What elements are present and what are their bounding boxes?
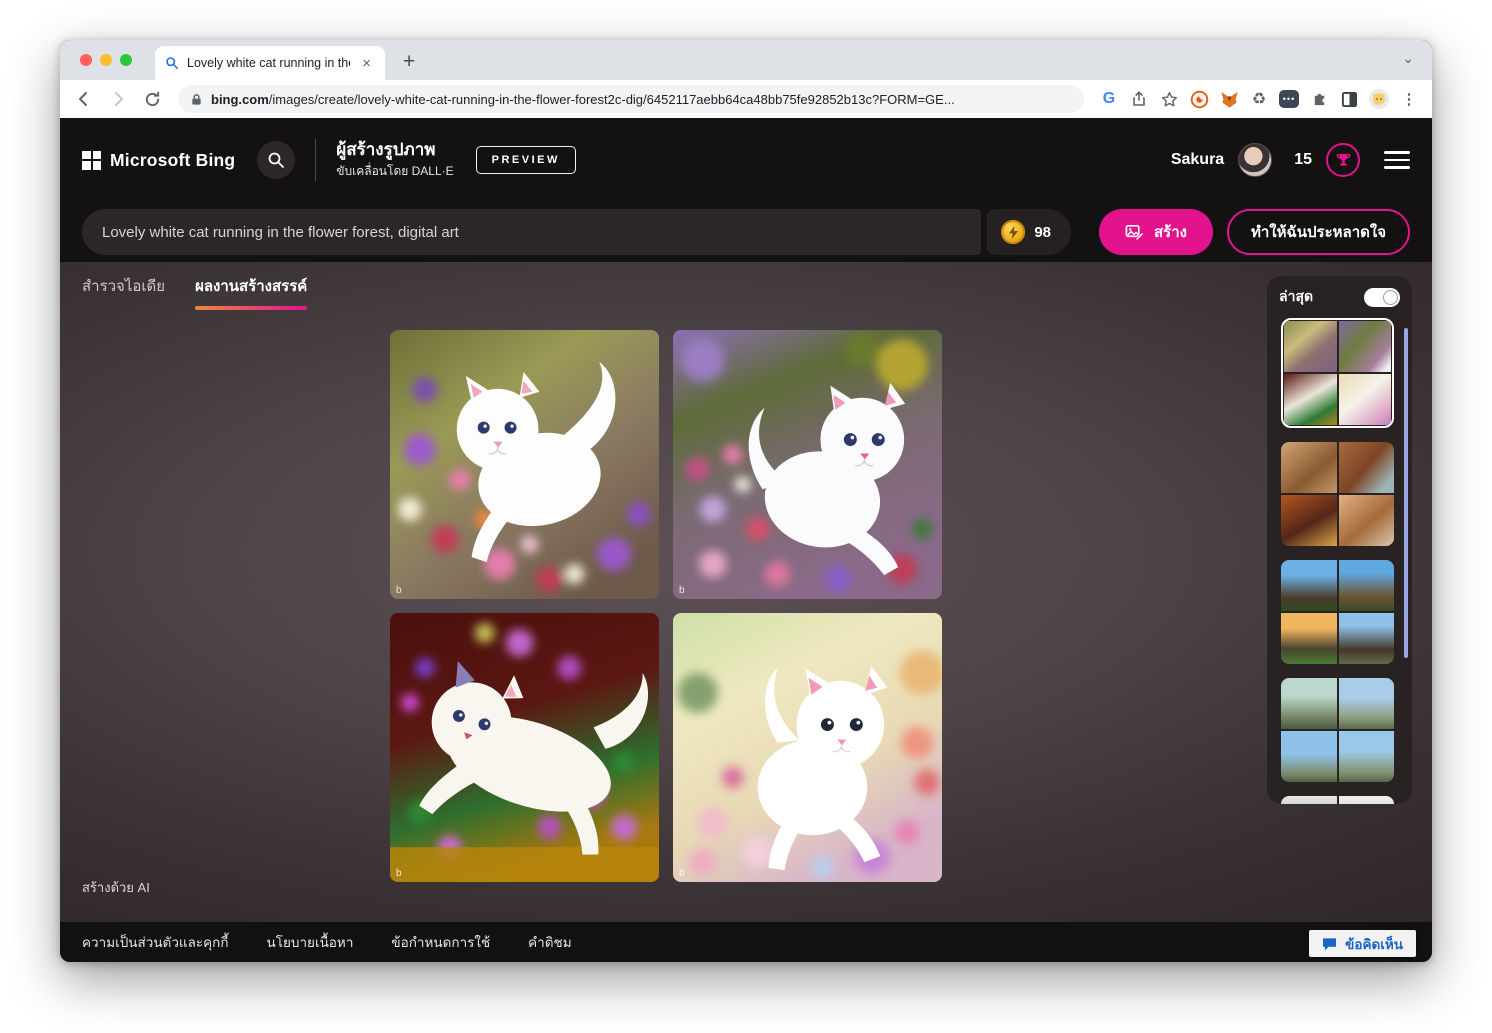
url-text: bing.com/images/create/lovely-white-cat-… (211, 92, 955, 107)
chrome-menu-icon[interactable]: ⋮ (1396, 86, 1422, 112)
recent-toggle[interactable] (1364, 288, 1400, 307)
footer-link-terms[interactable]: ข้อกำหนดการใช้ (391, 931, 490, 953)
create-button-label: สร้าง (1154, 220, 1187, 244)
bing-image-watermark: b (679, 868, 685, 879)
header-right: Sakura 15 (1171, 143, 1410, 177)
rewards-trophy-icon[interactable] (1326, 143, 1360, 177)
generated-image-grid: b (390, 330, 942, 882)
tab-explore-ideas[interactable]: สำรวจไอเดีย (82, 274, 165, 302)
bing-image-watermark: b (679, 585, 685, 596)
boost-coin-icon (1001, 220, 1025, 244)
footer-link-privacy[interactable]: ความเป็นส่วนตัวและคุกกี้ (82, 931, 229, 953)
share-icon[interactable] (1126, 86, 1152, 112)
toolbar-extensions: G ♻ ••• (1096, 86, 1422, 112)
username[interactable]: Sakura (1171, 151, 1224, 169)
surprise-button-label: ทำให้ฉันประหลาดใจ (1251, 224, 1386, 241)
url-host: bing.com (211, 92, 269, 107)
thumbnail-group-sketches[interactable] (1281, 796, 1394, 804)
back-icon[interactable] (70, 85, 98, 113)
reload-icon[interactable] (138, 85, 166, 113)
credits-pill: 98 (987, 209, 1071, 255)
brand-name: Microsoft Bing (110, 150, 235, 171)
generated-image-1[interactable]: b (390, 330, 659, 599)
recycle-extension-icon[interactable]: ♻ (1246, 86, 1272, 112)
app-subtitle: ขับเคลื่อนโดย DALL·E (336, 162, 453, 181)
browser-toolbar: bing.com/images/create/lovely-white-cat-… (60, 80, 1432, 118)
generated-image-2[interactable]: b (673, 330, 942, 599)
url-bar[interactable]: bing.com/images/create/lovely-white-cat-… (178, 85, 1084, 113)
forward-icon[interactable] (104, 85, 132, 113)
close-window-button[interactable] (80, 54, 92, 66)
generated-image-3[interactable]: b (390, 613, 659, 882)
sidebar-header: ล่าสุด (1279, 286, 1400, 308)
profile-avatar-icon[interactable] (1366, 86, 1392, 112)
google-account-icon[interactable]: G (1096, 86, 1122, 112)
tab-creations[interactable]: ผลงานสร้างสรรค์ (195, 274, 307, 302)
zoom-window-button[interactable] (120, 54, 132, 66)
metamask-fox-icon[interactable] (1216, 86, 1242, 112)
app-title: ผู้สร้างรูปภาพ (336, 139, 453, 160)
surprise-me-button[interactable]: ทำให้ฉันประหลาดใจ (1227, 209, 1410, 255)
screenshot-extension-icon[interactable] (1186, 86, 1212, 112)
thumbnail-group-cityscapes[interactable] (1281, 678, 1394, 782)
prompt-input[interactable] (82, 209, 981, 255)
recent-creations-sidebar: ล่าสุด (1267, 276, 1412, 804)
password-dots: ••• (1279, 90, 1299, 108)
feedback-button-label: ข้อคิดเห็น (1345, 933, 1403, 955)
microsoft-logo-icon (82, 151, 101, 170)
bookmark-star-icon[interactable] (1156, 86, 1182, 112)
app-title-block: ผู้สร้างรูปภาพ ขับเคลื่อนโดย DALL·E (336, 139, 453, 181)
tab-title: Lovely white cat running in the (187, 56, 350, 70)
bing-image-watermark: b (396, 585, 402, 596)
feedback-button[interactable]: ข้อคิดเห็น (1309, 930, 1416, 957)
password-manager-icon[interactable]: ••• (1276, 86, 1302, 112)
footer-link-feedback[interactable]: คำติชม (528, 931, 571, 953)
microsoft-bing-logo[interactable]: Microsoft Bing (82, 150, 235, 171)
browser-window: Lovely white cat running in the × + ⌄ bi… (60, 40, 1432, 962)
create-button[interactable]: สร้าง (1099, 209, 1213, 255)
created-with-ai-label: สร้างด้วย AI (82, 877, 150, 898)
footer-link-content-policy[interactable]: นโยบายเนื้อหา (267, 931, 354, 953)
browser-tab[interactable]: Lovely white cat running in the × (155, 46, 385, 80)
preview-badge: PREVIEW (476, 146, 576, 174)
prompt-row: 98 สร้าง ทำให้ฉันประหลาดใจ (60, 202, 1432, 262)
tab-search-icon (165, 56, 179, 70)
sidebar-title: ล่าสุด (1279, 286, 1313, 308)
content-tabs: สำรวจไอเดีย ผลงานสร้างสรรค์ ? ความช่วยเห… (60, 262, 1432, 314)
page-footer: ความเป็นส่วนตัวและคุกกี้ นโยบายเนื้อหา ข… (60, 922, 1432, 962)
sidebar-extension-icon[interactable] (1336, 86, 1362, 112)
credits-count: 98 (1034, 224, 1051, 241)
user-avatar[interactable] (1238, 143, 1272, 177)
bing-image-watermark: b (396, 868, 402, 879)
header-divider (315, 139, 316, 181)
main-content: สำรวจไอเดีย ผลงานสร้างสรรค์ ? ความช่วยเห… (60, 262, 1432, 922)
tab-search-chevron-icon[interactable]: ⌄ (1402, 50, 1414, 67)
lock-icon (190, 93, 203, 106)
speech-bubble-icon (1322, 937, 1337, 951)
tab-strip: Lovely white cat running in the × + ⌄ (60, 40, 1432, 80)
sidebar-scrollbar[interactable] (1404, 328, 1408, 658)
header-search-icon[interactable] (257, 141, 295, 179)
bing-app-header: Microsoft Bing ผู้สร้างรูปภาพ ขับเคลื่อน… (60, 118, 1432, 202)
generated-image-4[interactable]: b (673, 613, 942, 882)
url-path: /images/create/lovely-white-cat-running-… (269, 92, 955, 107)
create-image-icon (1125, 223, 1144, 242)
minimize-window-button[interactable] (100, 54, 112, 66)
rewards-count: 15 (1294, 151, 1312, 169)
macos-traffic-lights (80, 54, 132, 66)
new-tab-button[interactable]: + (397, 50, 421, 74)
thumbnail-group-temples[interactable] (1281, 560, 1394, 664)
thumbnail-group-white-cats[interactable] (1281, 318, 1394, 428)
thumbnail-group-orange-cats[interactable] (1281, 442, 1394, 546)
extensions-puzzle-icon[interactable] (1306, 86, 1332, 112)
hamburger-menu-icon[interactable] (1384, 151, 1410, 169)
tab-close-icon[interactable]: × (358, 54, 375, 73)
